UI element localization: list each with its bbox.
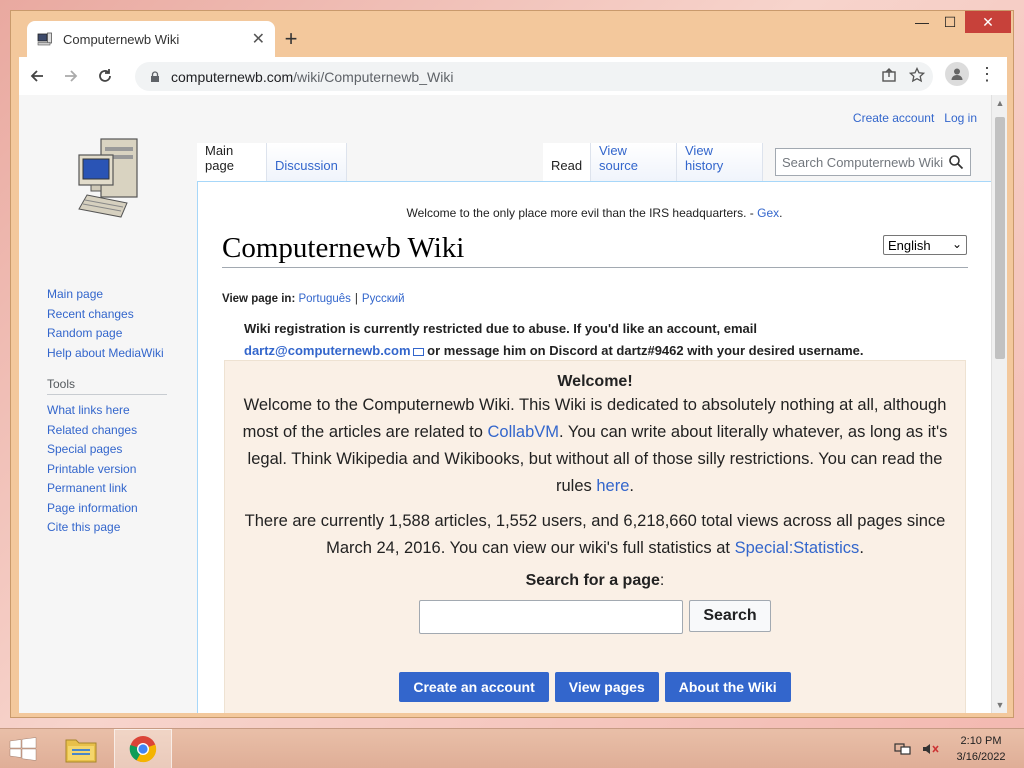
site-notice: Welcome to the only place more evil than… [406,206,783,220]
forward-button[interactable] [55,60,87,92]
bookmark-star-icon[interactable] [909,67,925,83]
personal-tools: Create account Log in [853,111,977,125]
search-icon[interactable] [948,154,964,170]
page-viewport: Create account Log in Main page Recent c… [19,95,1007,713]
mail-icon [412,347,424,356]
registration-notice: Wiki registration is currently restricte… [244,321,864,358]
new-tab-button[interactable]: + [277,25,305,53]
sidebar-item-random-page[interactable]: Random page [47,324,195,344]
url-host: computernewb.com [171,68,294,85]
chrome-icon [129,736,157,763]
tab-discussion[interactable]: Discussion [267,143,347,181]
sidebar-item-related-changes[interactable]: Related changes [47,421,195,441]
tab-read[interactable]: Read [543,143,591,181]
sidebar-item-permanent-link[interactable]: Permanent link [47,479,195,499]
network-icon[interactable] [894,742,912,756]
tab-close-icon[interactable]: ✕ [252,29,265,49]
browser-menu-icon[interactable]: ⋮ [977,64,997,85]
sidebar-item-recent-changes[interactable]: Recent changes [47,305,195,325]
log-in-link[interactable]: Log in [944,111,977,125]
view-pages-button[interactable]: View pages [554,672,659,702]
file-explorer-taskbar-item[interactable] [52,729,110,768]
welcome-heading: Welcome! [557,373,633,390]
scroll-down-icon[interactable]: ▼ [992,697,1007,713]
site-logo-computer-icon[interactable] [69,133,149,223]
language-select[interactable]: English ⌄ [883,235,967,255]
chevron-down-icon: ⌄ [951,237,962,251]
rules-link[interactable]: here [596,477,629,495]
scroll-thumb[interactable] [995,117,1005,359]
sidebar-item-main-page[interactable]: Main page [47,285,195,305]
search-button[interactable]: Search [689,600,771,632]
welcome-box: Welcome! Welcome to the Computernewb Wik… [224,360,966,713]
reload-button[interactable] [89,60,121,92]
search-placeholder: Search Computernewb Wiki [782,154,944,170]
tab-view-history[interactable]: View history [677,143,763,181]
minimize-button[interactable]: — [909,11,935,33]
forward-arrow-icon [65,70,78,82]
statistics-link[interactable]: Special:Statistics [735,539,860,557]
view-page-in: View page in: Português | Русский [222,293,405,305]
windows-start-icon[interactable] [8,737,38,761]
create-account-link[interactable]: Create account [853,111,934,125]
sidebar-item-page-information[interactable]: Page information [47,499,195,519]
wiki-search-input[interactable]: Search Computernewb Wiki [775,148,971,176]
tab-view-source[interactable]: View source [591,143,677,181]
profile-avatar-icon[interactable] [945,62,969,86]
folder-icon [65,739,97,763]
statistics-paragraph: There are currently 1,588 articles, 1,55… [244,512,946,557]
sidebar-item-what-links-here[interactable]: What links here [47,401,195,421]
title-bar: Computernewb Wiki ✕ + — ☐ ✕ [11,11,1013,57]
page-search-input[interactable] [419,600,683,634]
system-clock[interactable]: 2:10 PM 3/16/2022 [950,733,1012,765]
sidebar-item-cite-this-page[interactable]: Cite this page [47,518,195,538]
back-arrow-icon [30,70,43,82]
page-content: Welcome to the only place more evil than… [197,181,991,713]
tab-title: Computernewb Wiki [63,31,180,47]
back-button[interactable] [21,60,53,92]
url-path: /wiki/Computernewb_Wiki [293,68,454,85]
chrome-taskbar-item[interactable] [114,729,172,768]
volume-muted-icon[interactable] [922,742,940,756]
vertical-scrollbar[interactable]: ▲ ▼ [991,95,1007,713]
lang-link-russian[interactable]: Русский [362,293,405,305]
gex-link[interactable]: Gex [757,206,779,220]
reload-icon [99,69,111,82]
tab-main-page[interactable]: Main page [197,143,267,181]
taskbar: 2:10 PM 3/16/2022 [0,728,1024,768]
collabvm-link[interactable]: CollabVM [487,423,559,441]
search-heading: Search for a page: [525,572,665,589]
page-tabs: Main page Discussion Read View source Vi… [197,143,991,181]
address-bar[interactable]: computernewb.com/wiki/Computernewb_Wiki [135,62,933,91]
computer-favicon-icon [37,32,52,46]
about-wiki-button[interactable]: About the Wiki [664,672,791,702]
sidebar-navigation: Main page Recent changes Random page Hel… [47,285,195,538]
action-buttons: Create an account View pages About the W… [225,672,965,702]
lang-link-portuguese[interactable]: Português [298,293,350,305]
sidebar-item-printable-version[interactable]: Printable version [47,460,195,480]
page-title: Computernewb Wiki [222,232,968,268]
welcome-paragraph: Welcome to the Computernewb Wiki. This W… [242,396,948,495]
email-link[interactable]: dartz@computernewb.com [244,343,411,358]
share-icon[interactable] [881,67,897,83]
tools-heading: Tools [47,377,167,395]
system-tray: 2:10 PM 3/16/2022 [894,729,1024,768]
window-close-button[interactable]: ✕ [965,11,1011,33]
create-account-button[interactable]: Create an account [399,672,549,702]
lock-icon [151,70,159,82]
scroll-up-icon[interactable]: ▲ [992,95,1007,111]
search-row: Search [225,600,965,634]
browser-tab[interactable]: Computernewb Wiki ✕ [27,21,275,57]
sidebar-item-special-pages[interactable]: Special pages [47,440,195,460]
browser-toolbar: computernewb.com/wiki/Computernewb_Wiki … [19,57,1007,95]
browser-window: Computernewb Wiki ✕ + — ☐ ✕ computernewb… [10,10,1014,718]
sidebar-item-help[interactable]: Help about MediaWiki [47,344,195,364]
maximize-button[interactable]: ☐ [937,11,963,33]
